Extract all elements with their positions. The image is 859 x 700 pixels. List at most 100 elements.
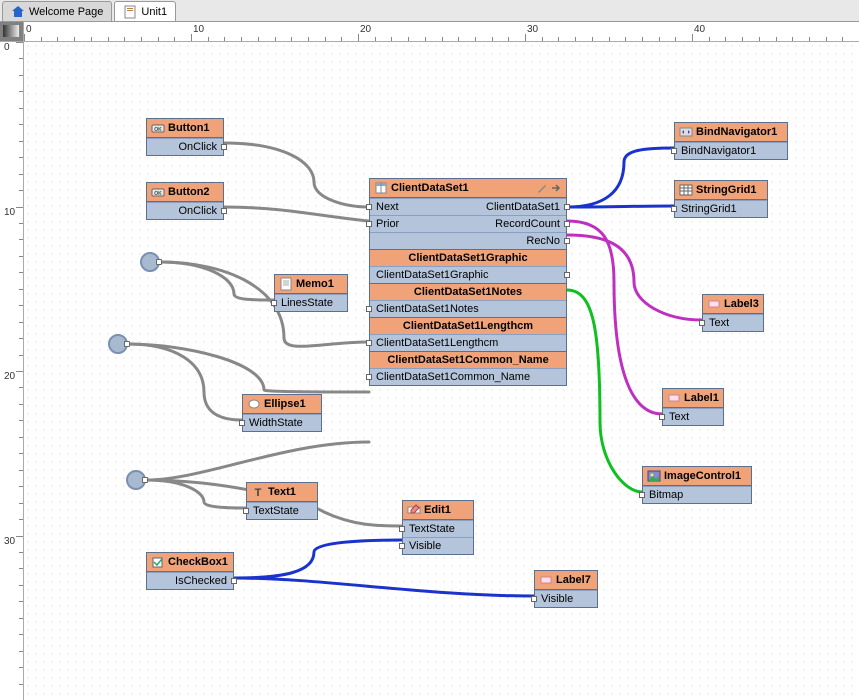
node-title: Memo1 — [296, 278, 343, 290]
node-label3[interactable]: Label3 Text — [702, 294, 764, 332]
node-row[interactable]: TextState — [403, 520, 473, 537]
node-row[interactable]: ClientDataSet1Common_Name — [370, 368, 566, 385]
node-header[interactable]: Memo1 — [275, 275, 347, 294]
dataset-icon — [374, 181, 388, 195]
tab-bar: Welcome Page Unit1 — [0, 0, 859, 22]
row-right: ClientDataSet1 — [486, 201, 560, 213]
node-header[interactable]: Edit1 — [403, 501, 473, 520]
node-row[interactable]: Text — [703, 314, 763, 331]
memo-icon — [279, 277, 293, 291]
label-icon — [667, 391, 681, 405]
node-header[interactable]: ImageControl1 — [643, 467, 751, 486]
node-title: Label7 — [556, 574, 593, 586]
node-title: Edit1 — [424, 504, 469, 516]
node-row[interactable]: Text — [663, 408, 723, 425]
node-row[interactable]: TextState — [247, 502, 317, 519]
node-row[interactable]: Visible — [403, 537, 473, 554]
button-icon: OK — [151, 185, 165, 199]
node-row[interactable]: OnClick — [147, 202, 223, 219]
grid-icon — [679, 183, 693, 197]
node-edit1[interactable]: Edit1 TextStateVisible — [402, 500, 474, 555]
node-button1[interactable]: OK Button1 OnClick — [146, 118, 224, 156]
row-right: RecNo — [526, 235, 560, 247]
node-row[interactable]: ClientDataSet1Graphic — [370, 266, 566, 283]
checkbox-icon — [151, 555, 165, 569]
node-row[interactable]: RecNo — [370, 232, 566, 249]
node-title: ImageControl1 — [664, 470, 747, 482]
label-icon — [707, 297, 721, 311]
node-header[interactable]: Label1 — [663, 389, 723, 408]
row-right: RecordCount — [495, 218, 560, 230]
node-title: ClientDataSet1 — [391, 182, 533, 194]
node-title: CheckBox1 — [168, 556, 229, 568]
node-imagecontrol1[interactable]: ImageControl1 Bitmap — [642, 466, 752, 504]
node-row[interactable]: WidthState — [243, 414, 321, 431]
node-title: StringGrid1 — [696, 184, 763, 196]
node-header[interactable]: Ellipse1 — [243, 395, 321, 414]
navigator-icon — [679, 125, 693, 139]
node-title: Button1 — [168, 122, 219, 134]
edit-icon — [407, 503, 421, 517]
node-label1[interactable]: Label1 Text — [662, 388, 724, 426]
node-row[interactable]: Prior RecordCount — [370, 215, 566, 232]
node-header[interactable]: CheckBox1 — [147, 553, 233, 572]
node-label7[interactable]: Label7 Visible — [534, 570, 598, 608]
node-row[interactable]: Next ClientDataSet1 — [370, 198, 566, 215]
node-header[interactable]: ClientDataSet1 — [370, 179, 566, 198]
ruler-corner — [0, 22, 24, 42]
tab-welcome[interactable]: Welcome Page — [2, 1, 112, 21]
node-header[interactable]: BindNavigator1 — [675, 123, 787, 142]
node-button2[interactable]: OKButton2OnClick — [146, 182, 224, 220]
unit-icon — [123, 5, 137, 19]
source-circle[interactable] — [108, 334, 128, 354]
source-circle[interactable] — [126, 470, 146, 490]
node-text1[interactable]: TText1TextState — [246, 482, 318, 520]
node-row[interactable]: LinesState — [275, 294, 347, 311]
node-row[interactable]: ClientDataSet1Notes — [370, 300, 566, 317]
node-header[interactable]: TText1 — [247, 483, 317, 502]
design-canvas[interactable]: OKButton1OnClickOKButton2OnClickMemo1Lin… — [24, 42, 859, 700]
svg-text:OK: OK — [154, 191, 162, 197]
node-title: BindNavigator1 — [696, 126, 783, 138]
node-title: Text1 — [268, 486, 313, 498]
button-icon: OK — [151, 121, 165, 135]
tab-unit1[interactable]: Unit1 — [114, 1, 176, 21]
node-title: Ellipse1 — [264, 398, 317, 410]
node-row[interactable]: IsChecked — [147, 572, 233, 589]
node-header[interactable]: StringGrid1 — [675, 181, 767, 200]
node-title: Label1 — [684, 392, 719, 404]
node-ellipse1[interactable]: Ellipse1 WidthState — [242, 394, 322, 432]
node-row[interactable]: StringGrid1 — [675, 200, 767, 217]
ruler-vertical: 010203040 — [0, 42, 24, 700]
section-header: ClientDataSet1Notes — [370, 283, 566, 300]
node-header[interactable]: OKButton2 — [147, 183, 223, 202]
node-row[interactable]: Visible — [535, 590, 597, 607]
node-clientdataset1[interactable]: ClientDataSet1 Next ClientDataSet1 Prior Rec… — [369, 178, 567, 386]
node-memo1[interactable]: Memo1 LinesState — [274, 274, 348, 312]
node-row[interactable]: OnClick — [147, 138, 223, 155]
node-header[interactable]: Label7 — [535, 571, 597, 590]
node-row[interactable]: ClientDataSet1Lengthcm — [370, 334, 566, 351]
section-header: ClientDataSet1Common_Name — [370, 351, 566, 368]
tab-label: Unit1 — [141, 6, 167, 18]
node-row[interactable]: Bitmap — [643, 486, 751, 503]
source-circle[interactable] — [140, 252, 160, 272]
svg-text:OK: OK — [154, 127, 162, 133]
node-stringgrid1[interactable]: StringGrid1 StringGrid1 — [674, 180, 768, 218]
row-left: Next — [376, 201, 399, 213]
label-icon — [539, 573, 553, 587]
ruler-horizontal: 01020304050 — [24, 22, 859, 42]
section-header: ClientDataSet1Graphic — [370, 249, 566, 266]
node-header[interactable]: OK Button1 — [147, 119, 223, 138]
node-title: Label3 — [724, 298, 759, 310]
tab-label: Welcome Page — [29, 6, 103, 18]
arrow-icon[interactable] — [550, 182, 562, 194]
node-row[interactable]: BindNavigator1 — [675, 142, 787, 159]
home-icon — [11, 5, 25, 19]
wand-icon[interactable] — [536, 182, 548, 194]
node-checkbox1[interactable]: CheckBox1 IsChecked — [146, 552, 234, 590]
text-icon: T — [251, 485, 265, 499]
row-left: Prior — [376, 218, 399, 230]
node-header[interactable]: Label3 — [703, 295, 763, 314]
node-bindnavigator1[interactable]: BindNavigator1 BindNavigator1 — [674, 122, 788, 160]
